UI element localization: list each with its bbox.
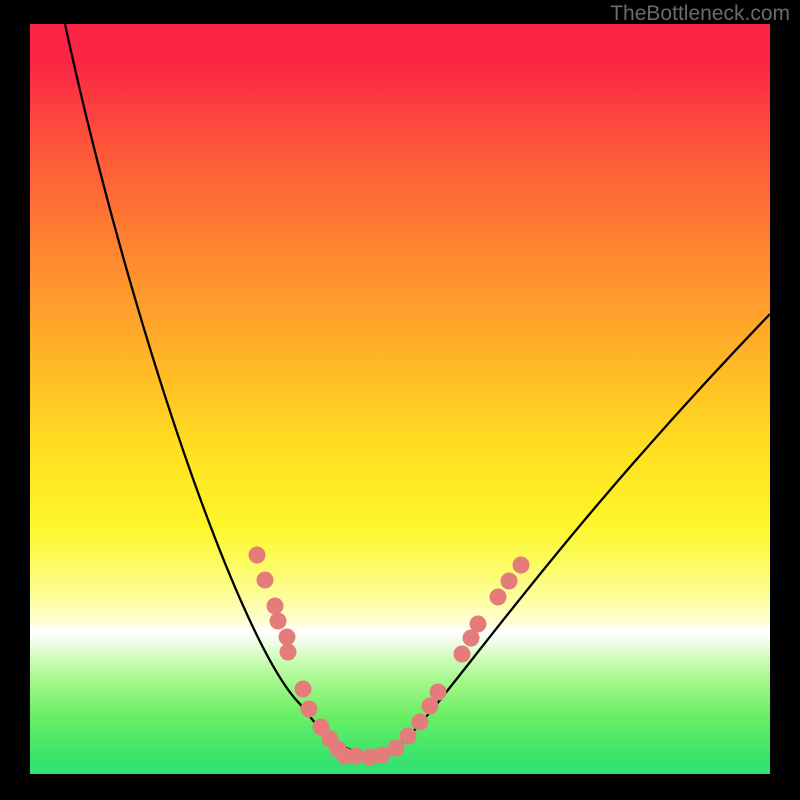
data-dots	[249, 547, 530, 766]
bottleneck-curve-svg	[30, 24, 770, 774]
data-dot	[454, 646, 471, 663]
data-dot	[249, 547, 266, 564]
data-dot	[388, 740, 405, 757]
data-dot	[501, 573, 518, 590]
data-dot	[270, 613, 287, 630]
data-dot	[470, 616, 487, 633]
data-dot	[295, 681, 312, 698]
plot-area	[30, 24, 770, 774]
data-dot	[513, 557, 530, 574]
data-dot	[490, 589, 507, 606]
data-dot	[280, 644, 297, 661]
data-dot	[267, 598, 284, 615]
data-dot	[257, 572, 274, 589]
data-dot	[279, 629, 296, 646]
data-dot	[430, 684, 447, 701]
watermark-text: TheBottleneck.com	[610, 2, 790, 26]
chart-frame: TheBottleneck.com	[0, 0, 800, 800]
bottleneck-curve	[65, 24, 770, 754]
data-dot	[400, 728, 417, 745]
data-dot	[412, 714, 429, 731]
data-dot	[301, 701, 318, 718]
